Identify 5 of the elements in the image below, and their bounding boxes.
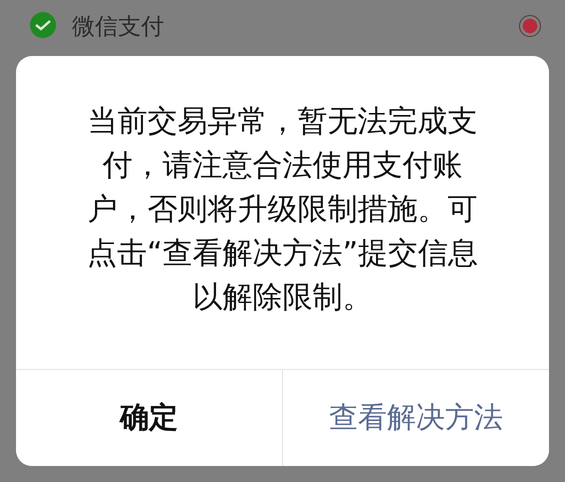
wechat-pay-icon <box>28 11 58 41</box>
payment-method-label: 微信支付 <box>72 12 165 42</box>
solution-button[interactable]: 查看解决方法 <box>282 370 549 466</box>
radio-button[interactable] <box>519 15 541 37</box>
dialog-message: 当前交易异常，暂无法完成支付，请注意合法使用支付账户，否则将升级限制措施。可点击“查看解决方法”提交信息以解除限制。 <box>86 103 480 317</box>
